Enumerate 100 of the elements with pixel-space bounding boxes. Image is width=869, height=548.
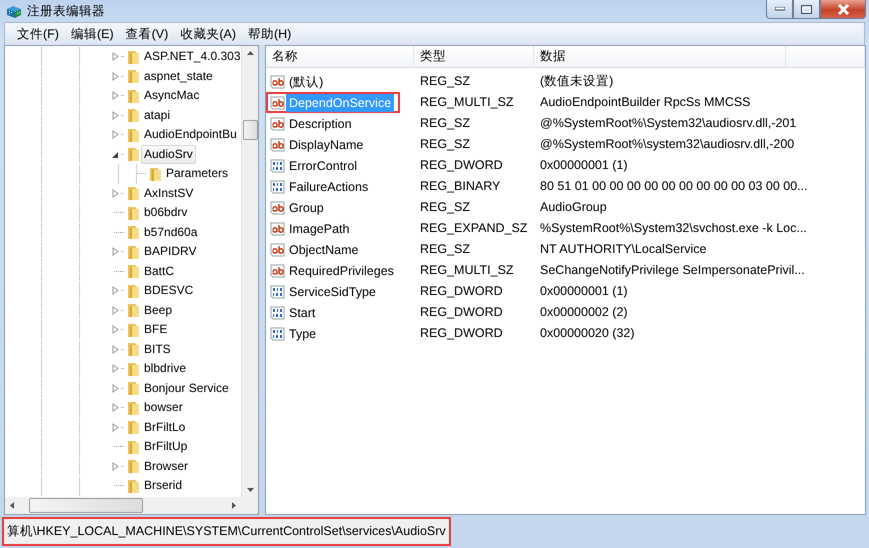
vertical-scrollbar[interactable]: [241, 46, 258, 497]
expand-arrow-icon[interactable]: [112, 384, 118, 393]
menu-item[interactable]: 文件(F): [11, 24, 65, 44]
tree-item[interactable]: Beep: [141, 300, 176, 320]
expand-arrow-icon[interactable]: [112, 306, 118, 315]
binary-value-icon: [270, 158, 286, 174]
value-type: REG_MULTI_SZ: [419, 94, 515, 112]
folder-icon: [125, 438, 141, 455]
tree-item[interactable]: AxInstSV: [141, 184, 196, 203]
string-value-icon: [270, 220, 286, 236]
tree-item[interactable]: BITS: [141, 340, 174, 359]
expand-arrow-icon[interactable]: [112, 462, 118, 471]
tree-item[interactable]: BAPIDRV: [141, 242, 200, 262]
tree-item[interactable]: b06bdrv: [141, 203, 190, 222]
expand-arrow-icon[interactable]: [112, 364, 118, 374]
binary-value-icon: [270, 178, 286, 194]
value-type: REG_SZ: [419, 136, 472, 154]
tree-item[interactable]: blbdrive: [141, 359, 190, 378]
value-name[interactable]: (默认): [286, 72, 326, 90]
value-type: REG_DWORD: [419, 304, 504, 322]
column-header[interactable]: 类型: [414, 46, 534, 67]
tree-item[interactable]: AudioSrv: [141, 144, 196, 164]
folder-icon: [125, 380, 141, 396]
expand-arrow-icon[interactable]: [112, 344, 118, 354]
maximize-button[interactable]: [793, 0, 820, 19]
value-name[interactable]: Description: [286, 114, 355, 132]
minimize-button[interactable]: [766, 0, 793, 19]
tree-item[interactable]: BDESVC: [141, 281, 196, 300]
expand-arrow-icon[interactable]: [112, 130, 118, 140]
maximize-icon: [801, 4, 812, 14]
value-type: REG_SZ: [419, 199, 472, 216]
value-name[interactable]: Type: [286, 324, 320, 342]
status-bar: 算机\HKEY_LOCAL_MACHINE\SYSTEM\CurrentControlSet\services\AudioSrv: [4, 519, 449, 544]
expanded-arrow-icon[interactable]: [112, 150, 118, 159]
value-name[interactable]: RequiredPrivileges: [286, 262, 397, 280]
tree-item[interactable]: ASP.NET_4.0.303: [141, 47, 241, 66]
tree-item[interactable]: Browser: [141, 456, 192, 476]
value-name[interactable]: ImagePath: [286, 220, 352, 238]
menu-item[interactable]: 收藏夹(A): [174, 24, 242, 44]
string-value-icon: [270, 242, 286, 258]
window-title: 注册表编辑器: [27, 2, 105, 20]
horizontal-scrollbar[interactable]: [5, 497, 241, 514]
tree-item[interactable]: b57nd60a: [141, 222, 200, 242]
folder-icon: [125, 322, 141, 338]
value-type: REG_BINARY: [419, 178, 502, 196]
close-button[interactable]: [820, 0, 866, 19]
menu-item[interactable]: 查看(V): [120, 24, 174, 44]
folder-icon: [125, 458, 141, 474]
scroll-thumb[interactable]: [29, 498, 143, 513]
value-name[interactable]: Start: [286, 304, 318, 322]
folder-icon: [125, 341, 141, 358]
tree-item[interactable]: AudioEndpointBu: [141, 125, 240, 144]
string-value-icon: [270, 136, 286, 152]
folder-icon: [125, 185, 141, 202]
folder-icon: [125, 419, 141, 436]
value-name[interactable]: Group: [286, 198, 327, 216]
tree-item[interactable]: Brserid: [141, 476, 186, 496]
column-header[interactable]: 数据: [534, 46, 786, 67]
tree-item[interactable]: aspnet_state: [141, 66, 216, 86]
menu-item[interactable]: 帮助(H): [242, 24, 298, 44]
tree-item[interactable]: Parameters: [163, 164, 232, 184]
value-data: 0x00000001 (1): [539, 157, 629, 174]
expand-arrow-icon[interactable]: [112, 422, 118, 432]
tree-item[interactable]: BFE: [141, 320, 170, 340]
value-name[interactable]: DisplayName: [286, 136, 366, 154]
expand-arrow-icon[interactable]: [112, 72, 118, 81]
value-name[interactable]: ObjectName: [286, 240, 362, 258]
value-type: REG_DWORD: [419, 325, 504, 342]
tree-item[interactable]: bowser: [141, 398, 186, 418]
folder-icon: [125, 88, 141, 104]
folder-icon: [125, 68, 141, 84]
value-type: REG_DWORD: [419, 283, 504, 300]
value-name[interactable]: FailureActions: [286, 178, 372, 196]
value-name[interactable]: ErrorControl: [286, 156, 360, 174]
expand-arrow-icon[interactable]: [112, 52, 118, 62]
minimize-icon: [774, 7, 784, 11]
expand-arrow-icon[interactable]: [112, 110, 118, 120]
expand-arrow-icon[interactable]: [112, 247, 118, 256]
tree-item[interactable]: Bonjour Service: [141, 378, 232, 398]
value-data: 0x00000020 (32): [539, 325, 636, 342]
tree-item[interactable]: BattC: [141, 262, 178, 281]
value-type: REG_SZ: [419, 241, 472, 258]
string-value-icon: [270, 94, 286, 110]
tree-item[interactable]: atapi: [141, 106, 174, 125]
value-data: 0x00000001 (1): [539, 283, 629, 300]
expand-arrow-icon[interactable]: [112, 91, 118, 100]
menu-item[interactable]: 编辑(E): [64, 24, 120, 44]
expand-arrow-icon[interactable]: [112, 403, 118, 412]
expand-arrow-icon[interactable]: [112, 286, 118, 296]
scroll-thumb[interactable]: [242, 120, 258, 140]
value-name[interactable]: ServiceSidType: [286, 282, 379, 300]
folder-icon: [125, 360, 141, 377]
expand-arrow-icon[interactable]: [112, 325, 118, 334]
value-data: SeChangeNotifyPrivilege SeImpersonatePrivil...: [539, 262, 806, 280]
value-data: 0x00000002 (2): [539, 304, 629, 322]
tree-item[interactable]: BrFiltLo: [141, 418, 188, 437]
tree-item[interactable]: AsyncMac: [141, 86, 202, 106]
expand-arrow-icon[interactable]: [112, 188, 118, 198]
tree-item[interactable]: BrFiltUp: [141, 437, 190, 456]
column-header[interactable]: 名称: [266, 46, 414, 67]
